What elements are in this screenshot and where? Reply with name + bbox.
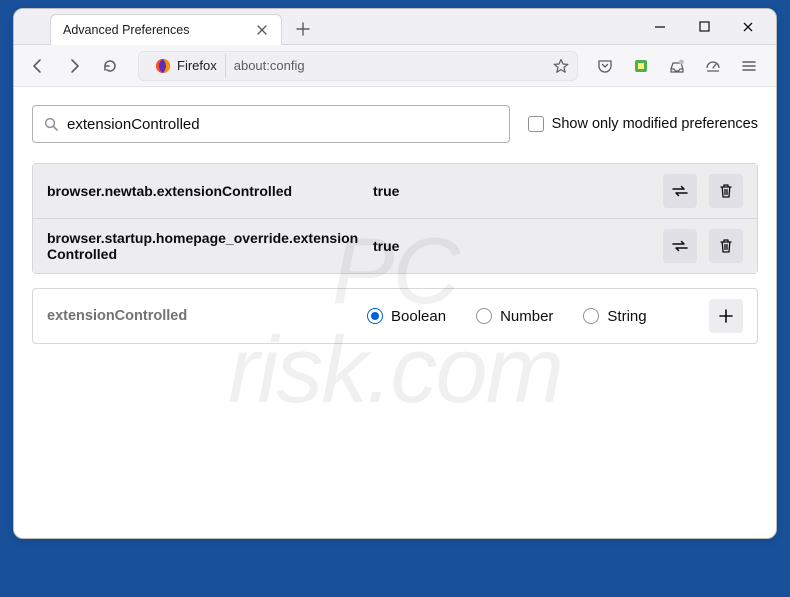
pref-name: browser.newtab.extensionControlled: [47, 183, 367, 199]
pref-name: browser.startup.homepage_override.extens…: [47, 230, 367, 262]
show-modified-label: Show only modified preferences: [552, 116, 758, 132]
titlebar: Advanced Preferences: [14, 9, 776, 45]
firefox-logo-icon: [155, 58, 171, 74]
add-pref-button[interactable]: [709, 299, 743, 333]
back-button[interactable]: [24, 52, 52, 80]
pref-row[interactable]: browser.startup.homepage_override.extens…: [33, 218, 757, 273]
close-tab-icon[interactable]: [251, 19, 273, 41]
toggle-button[interactable]: [663, 229, 697, 263]
pref-value: true: [373, 183, 651, 199]
close-window-button[interactable]: [738, 17, 758, 37]
inbox-icon[interactable]: [664, 53, 690, 79]
delete-button[interactable]: [709, 174, 743, 208]
type-radio-string[interactable]: String: [583, 308, 646, 325]
radio-icon: [367, 308, 383, 324]
pref-row[interactable]: browser.newtab.extensionControlled true: [33, 164, 757, 218]
navigation-toolbar: Firefox about:config: [14, 45, 776, 87]
identity-label: Firefox: [177, 58, 217, 73]
type-radio-number[interactable]: Number: [476, 308, 553, 325]
radio-icon: [583, 308, 599, 324]
about-config-content: Show only modified preferences browser.n…: [14, 87, 776, 364]
bookmark-star-icon[interactable]: [553, 58, 569, 74]
new-pref-row: extensionControlled Boolean Number Strin…: [32, 288, 758, 344]
extension-icon[interactable]: [628, 53, 654, 79]
checkbox-icon: [528, 116, 544, 132]
pocket-icon[interactable]: [592, 53, 618, 79]
radio-label: Boolean: [391, 308, 446, 325]
identity-box[interactable]: Firefox: [147, 54, 226, 78]
radio-label: Number: [500, 308, 553, 325]
new-pref-name: extensionControlled: [47, 308, 367, 324]
search-icon: [43, 116, 59, 132]
radio-label: String: [607, 308, 646, 325]
delete-button[interactable]: [709, 229, 743, 263]
minimize-button[interactable]: [650, 17, 670, 37]
show-modified-checkbox[interactable]: Show only modified preferences: [528, 116, 758, 132]
pref-search-box[interactable]: [32, 105, 510, 143]
toggle-button[interactable]: [663, 174, 697, 208]
window-controls: [642, 9, 776, 44]
search-row: Show only modified preferences: [32, 105, 758, 143]
new-tab-button[interactable]: [292, 18, 314, 40]
pref-search-input[interactable]: [67, 116, 499, 133]
radio-icon: [476, 308, 492, 324]
forward-button[interactable]: [60, 52, 88, 80]
pref-table: browser.newtab.extensionControlled true …: [32, 163, 758, 274]
browser-window: Advanced Preferences: [13, 8, 777, 539]
app-menu-button[interactable]: [736, 53, 762, 79]
maximize-button[interactable]: [694, 17, 714, 37]
dashboard-icon[interactable]: [700, 53, 726, 79]
toolbar-icons: [592, 53, 766, 79]
pref-value: true: [373, 238, 651, 254]
type-radio-boolean[interactable]: Boolean: [367, 308, 446, 325]
browser-tab[interactable]: Advanced Preferences: [50, 14, 282, 45]
tab-title: Advanced Preferences: [63, 23, 243, 37]
url-text: about:config: [234, 58, 545, 73]
new-pref-type-group: Boolean Number String: [367, 308, 703, 325]
url-bar[interactable]: Firefox about:config: [138, 51, 578, 81]
reload-button[interactable]: [96, 52, 124, 80]
